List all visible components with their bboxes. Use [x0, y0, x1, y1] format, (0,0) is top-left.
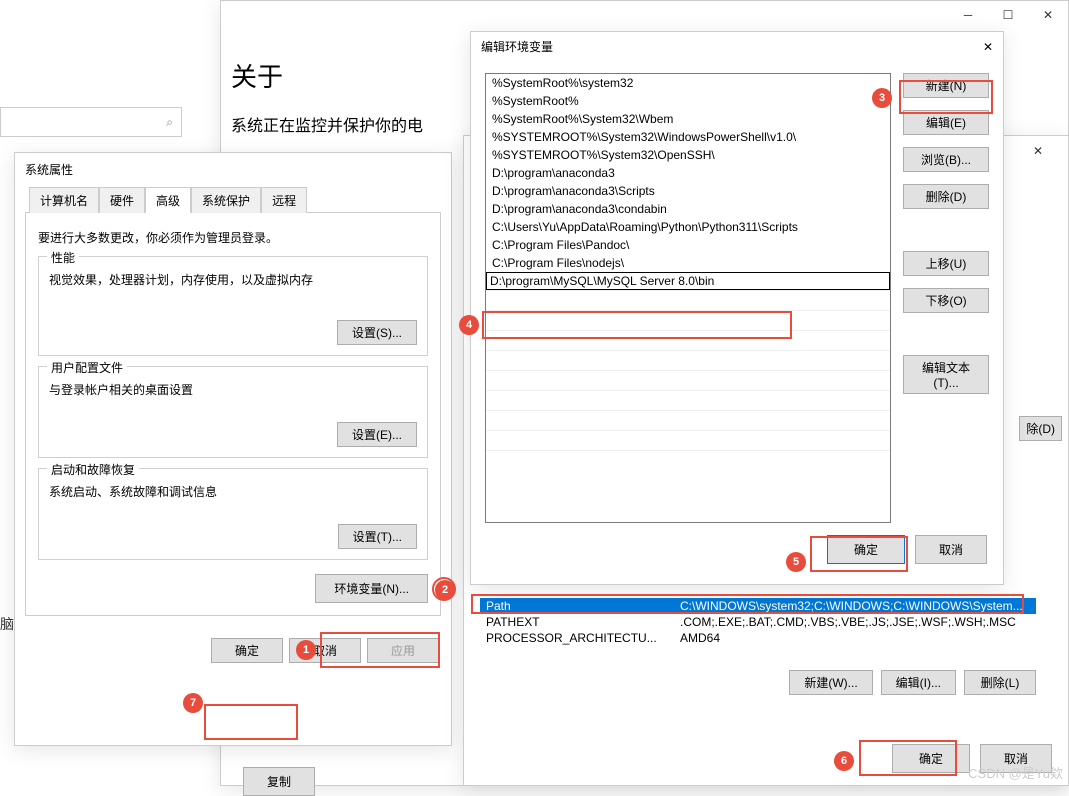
tab-remote[interactable]: 远程	[261, 187, 307, 213]
marker-2: 2	[435, 580, 455, 600]
new-entry-button[interactable]: 新建(N)	[903, 73, 989, 98]
path-list-item[interactable]: D:\program\anaconda3\Scripts	[486, 182, 890, 200]
new-var-button[interactable]: 新建(W)...	[789, 670, 872, 695]
apply-button[interactable]: 应用	[367, 638, 439, 663]
perf-desc: 视觉效果，处理器计划，内存使用，以及虚拟内存	[49, 271, 417, 288]
path-edit-input[interactable]	[486, 272, 890, 290]
edit-var-button[interactable]: 编辑(I)...	[881, 670, 956, 695]
marker-4: 4	[459, 315, 479, 335]
marker-5: 5	[786, 552, 806, 572]
path-list-item[interactable]: C:\Users\Yu\AppData\Roaming\Python\Pytho…	[486, 218, 890, 236]
ok-button[interactable]: 确定	[211, 638, 283, 663]
tab-protection[interactable]: 系统保护	[191, 187, 261, 213]
edit-dialog-title: 编辑环境变量	[481, 38, 553, 55]
path-list-item[interactable]: C:\Program Files\Pandoc\	[486, 236, 890, 254]
path-list-item[interactable]: %SYSTEMROOT%\System32\WindowsPowerShell\…	[486, 128, 890, 146]
profile-legend: 用户配置文件	[47, 359, 127, 376]
delete-entry-button[interactable]: 删除(D)	[903, 184, 989, 209]
startup-desc: 系统启动、系统故障和调试信息	[49, 483, 417, 500]
perf-legend: 性能	[47, 249, 79, 266]
dialog-title: 系统属性	[15, 153, 451, 186]
edit-text-button[interactable]: 编辑文本(T)...	[903, 355, 989, 394]
marker-6: 6	[834, 751, 854, 771]
path-list-item[interactable]: D:\program\anaconda3	[486, 164, 890, 182]
watermark: CSDN @是Yu欸	[968, 763, 1063, 782]
tab-hardware[interactable]: 硬件	[99, 187, 145, 213]
browse-button[interactable]: 浏览(B)...	[903, 147, 989, 172]
env-vars-button[interactable]: 环境变量(N)...	[315, 574, 428, 603]
profile-desc: 与登录帐户相关的桌面设置	[49, 381, 417, 398]
move-up-button[interactable]: 上移(U)	[903, 251, 989, 276]
close-icon[interactable]: ✕	[1018, 139, 1058, 163]
close-icon[interactable]: ✕	[983, 40, 993, 54]
path-list-item[interactable]: %SYSTEMROOT%\System32\OpenSSH\	[486, 146, 890, 164]
edit-ok-button[interactable]: 确定	[827, 535, 905, 564]
minimize-button[interactable]: ─	[948, 1, 988, 29]
marker-7: 7	[183, 693, 203, 713]
path-list-item[interactable]: %SystemRoot%\System32\Wbem	[486, 110, 890, 128]
path-list-item[interactable]: %SystemRoot%	[486, 92, 890, 110]
perf-settings-button[interactable]: 设置(S)...	[337, 320, 417, 345]
search-input[interactable]: ⌕	[0, 107, 182, 137]
path-editing-row	[486, 272, 890, 290]
startup-settings-button[interactable]: 设置(T)...	[338, 524, 417, 549]
env-var-row[interactable]: PATHEXT.COM;.EXE;.BAT;.CMD;.VBS;.VBE;.JS…	[480, 614, 1036, 630]
startup-legend: 启动和故障恢复	[47, 461, 139, 478]
path-list-item[interactable]: D:\program\anaconda3\condabin	[486, 200, 890, 218]
marker-1: 1	[296, 640, 316, 660]
move-down-button[interactable]: 下移(O)	[903, 288, 989, 313]
delete-var-button[interactable]: 删除(L)	[964, 670, 1036, 695]
env-var-row[interactable]: PROCESSOR_ARCHITECTU...AMD64	[480, 630, 1036, 646]
admin-note: 要进行大多数更改，你必须作为管理员登录。	[38, 229, 428, 246]
envvars-ok-button[interactable]: 确定	[892, 744, 970, 773]
env-var-row[interactable]: PathC:\WINDOWS\system32;C:\WINDOWS;C:\WI…	[480, 598, 1036, 614]
search-icon: ⌕	[166, 115, 173, 130]
side-text: 脑	[0, 614, 14, 634]
tab-computer-name[interactable]: 计算机名	[29, 187, 99, 213]
marker-3: 3	[872, 88, 892, 108]
path-list-item[interactable]: C:\Program Files\nodejs\	[486, 254, 890, 272]
tab-advanced[interactable]: 高级	[145, 187, 191, 213]
partial-delete-button[interactable]: 除(D)	[1019, 416, 1062, 441]
edit-cancel-button[interactable]: 取消	[915, 535, 987, 564]
close-button[interactable]: ✕	[1028, 1, 1068, 29]
copy-button[interactable]: 复制	[243, 767, 315, 796]
profile-settings-button[interactable]: 设置(E)...	[337, 422, 417, 447]
maximize-button[interactable]: ☐	[988, 1, 1028, 29]
path-list[interactable]: %SystemRoot%\system32%SystemRoot%%System…	[485, 73, 891, 523]
edit-entry-button[interactable]: 编辑(E)	[903, 110, 989, 135]
path-list-item[interactable]: %SystemRoot%\system32	[486, 74, 890, 92]
